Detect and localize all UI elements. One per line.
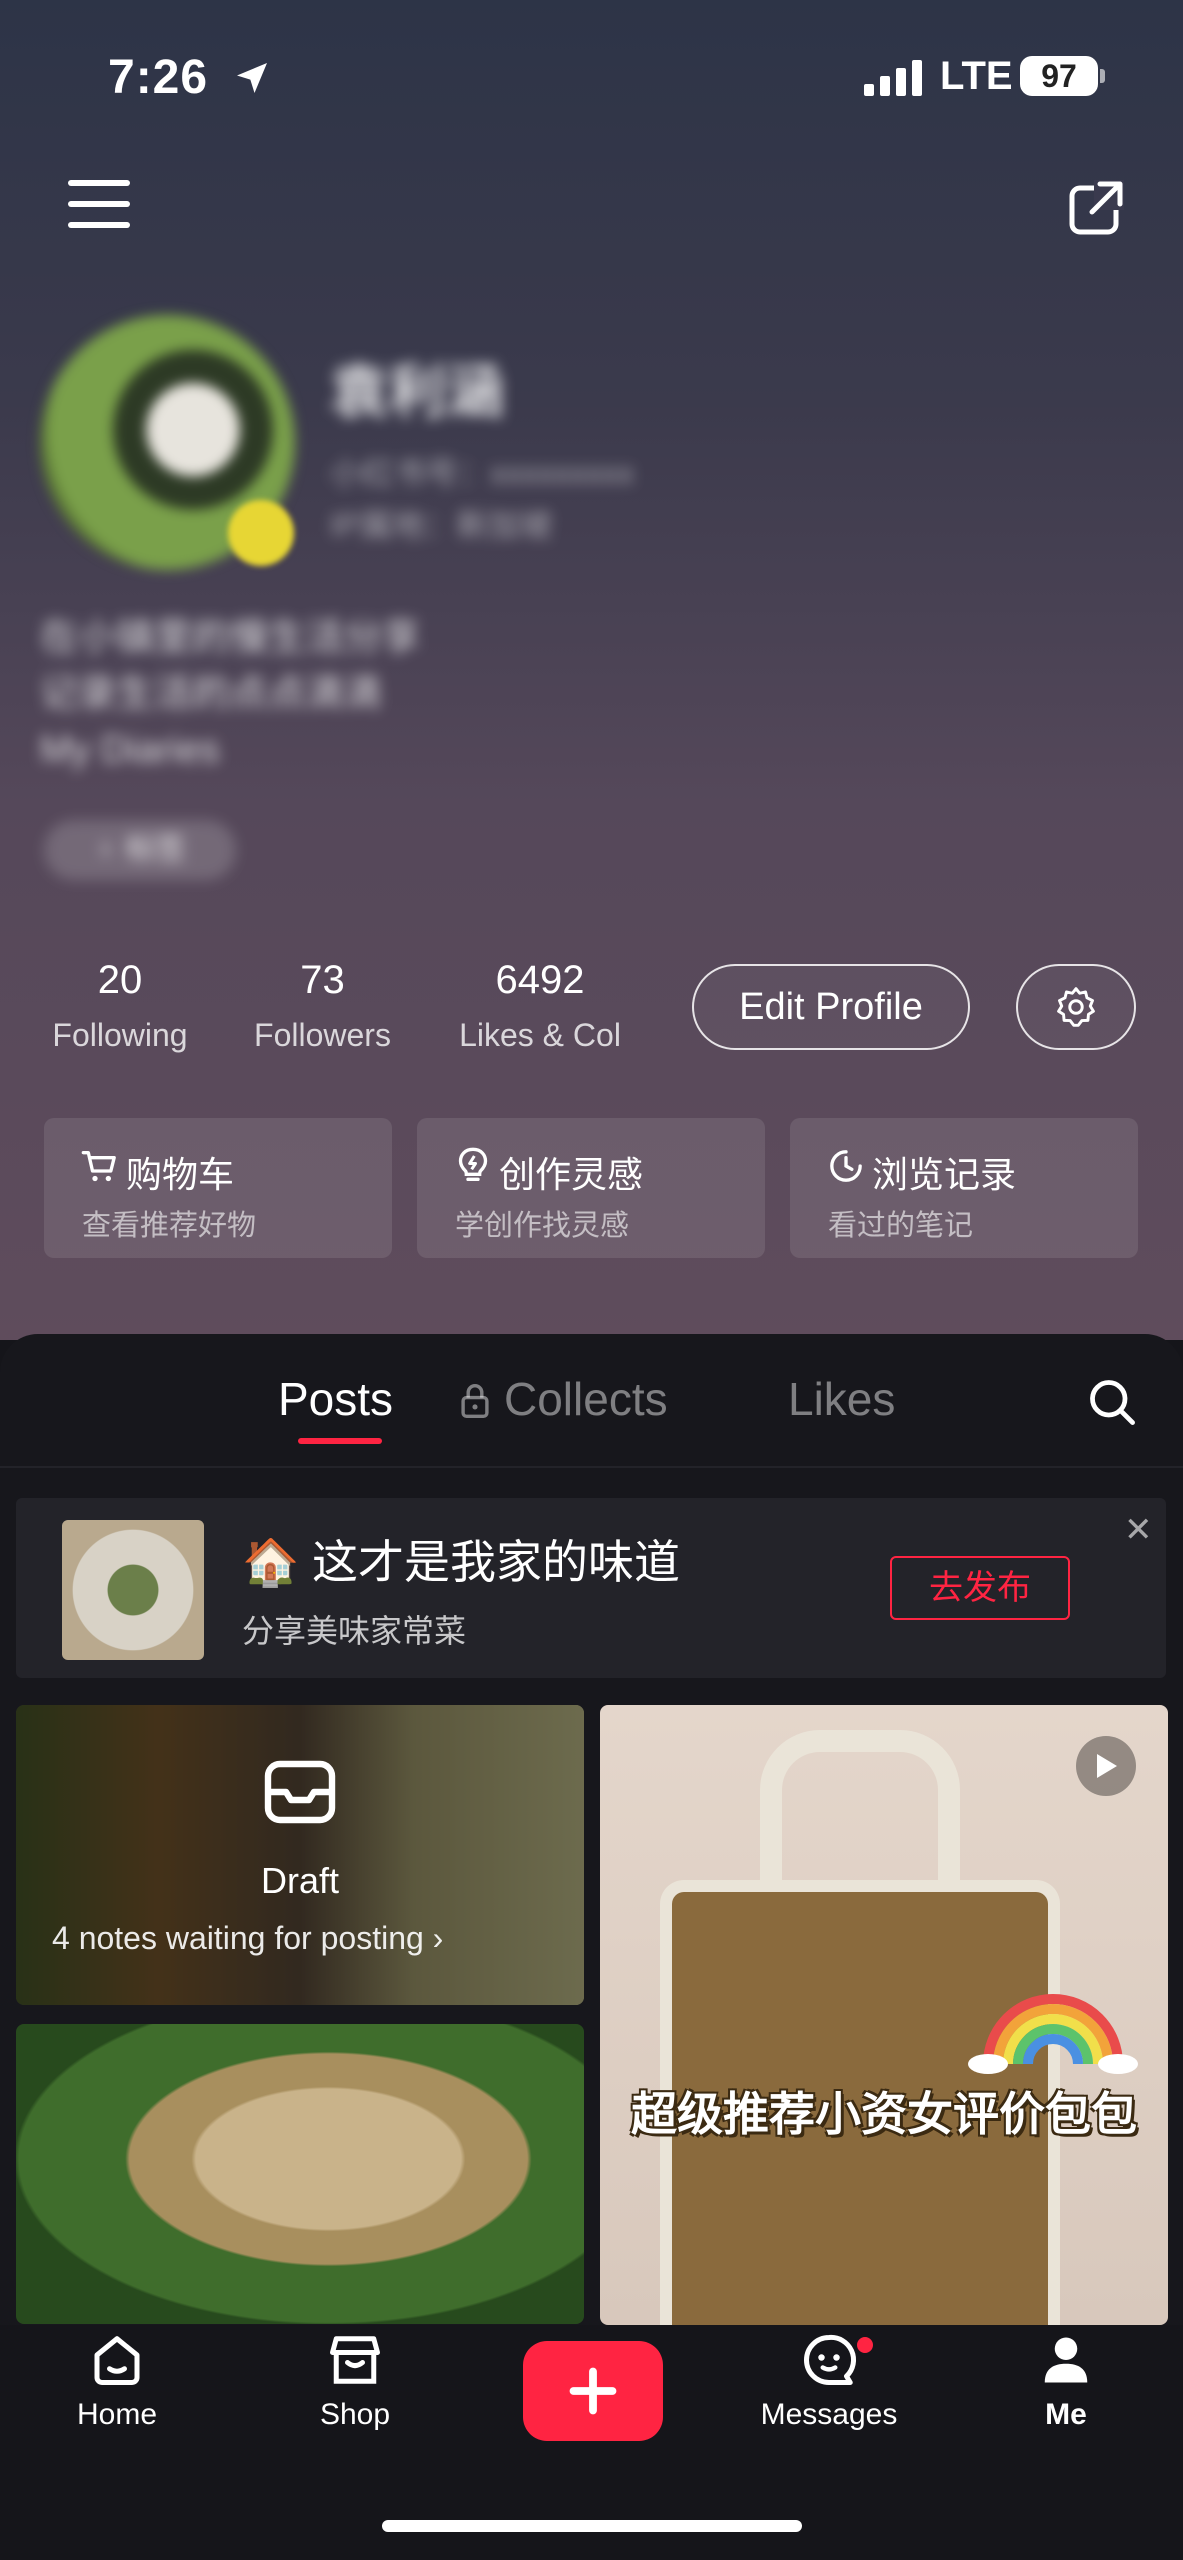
bio-line: 在小镇里的慢生活分享 — [40, 617, 421, 659]
ip-location: IP属地：新加坡 — [330, 507, 553, 543]
nav-me[interactable]: Me — [976, 2330, 1156, 2432]
person-icon — [1044, 2337, 1088, 2383]
location-arrow-icon — [237, 63, 267, 93]
clock-icon — [830, 1150, 862, 1182]
bulb-icon — [458, 1147, 488, 1181]
edit-profile-button[interactable]: Edit Profile — [692, 964, 970, 1050]
nav-label: Shop — [319, 2398, 391, 2431]
signal-icon — [864, 60, 922, 96]
shop-icon — [330, 2336, 380, 2384]
status-time: 7:26 — [108, 51, 209, 104]
nav-label: Messages — [760, 2398, 898, 2431]
quick-card-title: 创作灵感 — [499, 1154, 644, 1195]
stat-label: Likes & Col — [459, 1017, 621, 1053]
draft-card[interactable] — [16, 1705, 584, 2005]
quick-card-history[interactable]: 浏览记录 看过的笔记 — [790, 1118, 1138, 1258]
battery-icon: 97 — [1020, 56, 1098, 96]
stat-likes-collects[interactable]: 6492 Likes & Col — [440, 958, 640, 1054]
quick-card-subtitle: 看过的笔记 — [828, 1210, 974, 1242]
rainbow-icon — [968, 1994, 1138, 2074]
stat-label: Followers — [254, 1017, 391, 1053]
tab-collects[interactable]: Collects — [504, 1372, 668, 1426]
nav-messages[interactable]: Messages — [739, 2330, 919, 2432]
stat-value: 6492 — [495, 958, 585, 1002]
quick-card-title: 购物车 — [126, 1154, 235, 1195]
post-card-fried-rice[interactable] — [16, 2024, 584, 2324]
play-icon — [1076, 1736, 1136, 1796]
quick-card-inspiration[interactable]: 创作灵感 学创作找灵感 — [417, 1118, 765, 1258]
bio: 在小镇里的慢生活分享 记录生活的点点滴滴 My Diaries — [40, 610, 420, 778]
home-icon — [94, 2336, 140, 2385]
stat-label: Following — [52, 1017, 188, 1053]
status-bar: 7:26 LTE 97 — [0, 0, 1183, 150]
avatar-badge-icon — [228, 500, 294, 566]
nav-label: Home — [76, 2398, 158, 2431]
active-tab-indicator — [298, 1438, 382, 1444]
search-icon[interactable] — [1086, 1376, 1138, 1428]
nav-label: Me — [1045, 2398, 1087, 2431]
add-post-button[interactable] — [523, 2341, 663, 2441]
share-icon[interactable] — [1066, 178, 1126, 238]
promo-title: 🏠 这才是我家的味道 — [242, 1536, 681, 1588]
cart-icon — [81, 1151, 116, 1182]
network-type: LTE — [940, 54, 1013, 98]
quick-card-subtitle: 学创作找灵感 — [455, 1210, 630, 1242]
home-indicator — [382, 2520, 802, 2532]
message-icon — [804, 2334, 857, 2385]
stat-value: 20 — [97, 958, 143, 1002]
inbox-icon — [264, 1760, 336, 1824]
settings-button[interactable] — [1016, 964, 1136, 1050]
menu-icon[interactable] — [68, 180, 130, 232]
close-icon[interactable]: ✕ — [1124, 1510, 1153, 1550]
draft-title: Draft — [260, 1860, 339, 1901]
tab-posts[interactable]: Posts — [278, 1372, 393, 1426]
divider — [0, 1466, 1183, 1468]
gear-icon — [1057, 987, 1095, 1027]
lock-icon — [461, 1384, 489, 1418]
stat-value: 73 — [300, 958, 345, 1002]
notification-badge — [854, 2334, 876, 2356]
quick-card-subtitle: 查看推荐好物 — [82, 1210, 257, 1242]
gender-tag: ♀ 标签 — [44, 820, 236, 880]
nav-home[interactable]: Home — [27, 2330, 207, 2432]
publish-button[interactable]: 去发布 — [890, 1556, 1070, 1620]
quick-card-cart[interactable]: 购物车 查看推荐好物 — [44, 1118, 392, 1258]
nav-shop[interactable]: Shop — [265, 2330, 445, 2432]
stat-followers[interactable]: 73 Followers — [240, 958, 405, 1054]
quick-card-title: 浏览记录 — [872, 1154, 1017, 1195]
promo-subtitle: 分享美味家常菜 — [242, 1613, 467, 1649]
plus-icon — [569, 2367, 617, 2415]
user-id: 小红书号：xxxxxxxxx — [330, 455, 635, 491]
username: 袁利涵 — [330, 360, 505, 425]
tab-likes[interactable]: Likes — [788, 1372, 895, 1426]
bio-line: 记录生活的点点滴滴 — [40, 673, 383, 715]
battery-tip — [1100, 69, 1105, 83]
promo-thumbnail — [62, 1520, 204, 1660]
bio-line: My Diaries — [40, 729, 220, 771]
stat-following[interactable]: 20 Following — [40, 958, 200, 1054]
draft-subtitle: 4 notes waiting for posting › — [52, 1920, 444, 1956]
post-overlay-text: 超级推荐小资女评价包包 — [631, 2088, 1137, 2140]
